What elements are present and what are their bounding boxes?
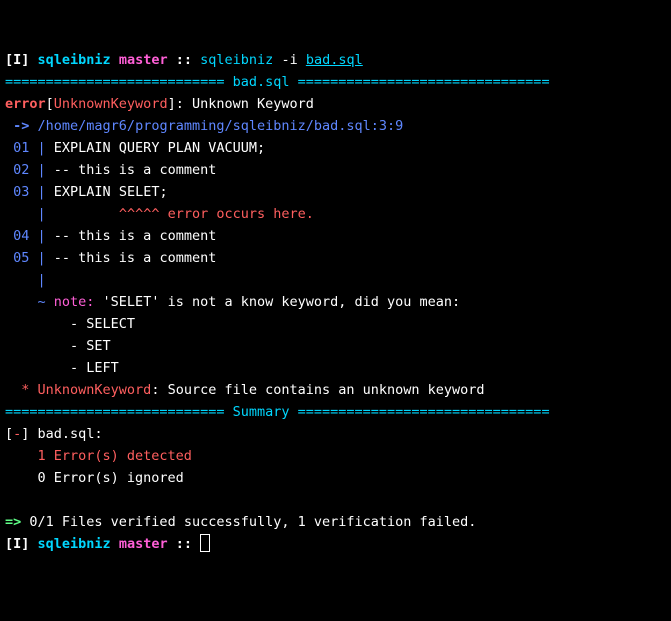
error-summary-line: * UnknownKeyword: Source file contains a… — [5, 382, 485, 398]
errors-ignored: 0 Error(s) ignored — [5, 470, 184, 486]
file-header-rule: =========================== bad.sql ====… — [5, 74, 550, 90]
error-caret-line: | ^^^^^ error occurs here. — [5, 206, 314, 222]
final-result: => 0/1 Files verified successfully, 1 ve… — [5, 514, 476, 530]
suggestion-1: - SELECT — [5, 316, 135, 332]
prompt-line-2: [I] sqleibniz master :: — [5, 536, 210, 552]
vi-mode: [I] — [5, 536, 29, 552]
error-header: error[UnknownKeyword]: Unknown Keyword — [5, 96, 314, 112]
command-flag: -i — [281, 52, 297, 68]
source-line-01: 01 | EXPLAIN QUERY PLAN VACUUM; — [5, 140, 265, 156]
terminal[interactable]: [I] sqleibniz master :: sqleibniz -i bad… — [5, 49, 666, 555]
command-arg: bad.sql — [306, 52, 363, 68]
source-line-04: 04 | -- this is a comment — [5, 228, 216, 244]
cwd: sqleibniz — [38, 52, 111, 68]
prompt-sep: :: — [176, 536, 192, 552]
error-location: -> /home/magr6/programming/sqleibniz/bad… — [5, 118, 403, 134]
note-line: ~ note: 'SELET' is not a know keyword, d… — [5, 294, 460, 310]
cursor[interactable] — [200, 534, 210, 552]
source-line-02: 02 | -- this is a comment — [5, 162, 216, 178]
source-line-05: 05 | -- this is a comment — [5, 250, 216, 266]
source-blank-line: | — [5, 272, 46, 288]
vi-mode: [I] — [5, 52, 29, 68]
git-branch: master — [119, 536, 168, 552]
prompt-line-1: [I] sqleibniz master :: sqleibniz -i bad… — [5, 52, 363, 68]
summary-rule: =========================== Summary ====… — [5, 404, 550, 420]
git-branch: master — [119, 52, 168, 68]
suggestion-2: - SET — [5, 338, 111, 354]
errors-detected: 1 Error(s) detected — [5, 448, 192, 464]
source-line-03: 03 | EXPLAIN SELET; — [5, 184, 168, 200]
cwd: sqleibniz — [38, 536, 111, 552]
summary-file-line: [-] bad.sql: — [5, 426, 103, 442]
suggestion-3: - LEFT — [5, 360, 119, 376]
prompt-sep: :: — [176, 52, 192, 68]
command-name: sqleibniz — [200, 52, 273, 68]
